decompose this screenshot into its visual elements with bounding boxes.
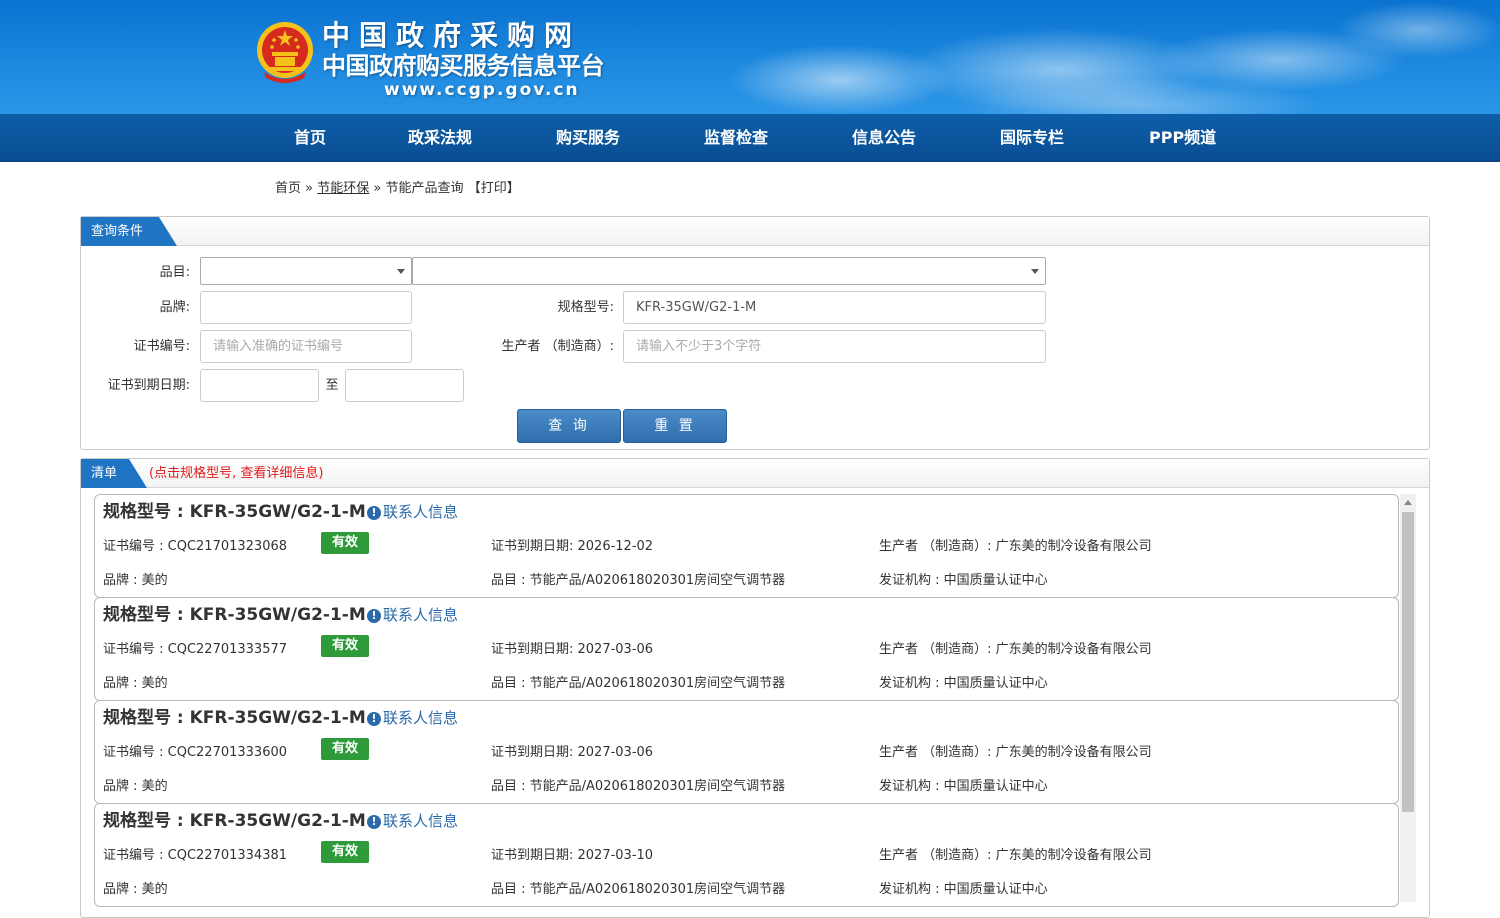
- reset-button[interactable]: 重 置: [623, 409, 727, 443]
- info-icon: !: [367, 712, 381, 726]
- list-item: 规格型号 : KFR-35GW/G2-1-M ! 联系人信息 证书编号 : CQC…: [94, 803, 1399, 907]
- issuer: 发证机构 : 中国质量认证中心: [879, 573, 1048, 588]
- status-badge: 有效: [321, 635, 369, 657]
- contact-info-link[interactable]: ! 联系人信息: [367, 811, 458, 831]
- cert-no-input[interactable]: 请输入准确的证书编号: [200, 330, 412, 363]
- breadcrumb-section[interactable]: 节能环保: [317, 181, 369, 196]
- manufacturer: 生产者 （制造商）: 广东美的制冷设备有限公司: [879, 745, 1152, 760]
- category-select-level1[interactable]: [200, 257, 412, 285]
- cert-number: 证书编号 : CQC22701334381: [103, 848, 288, 863]
- nav-item-international[interactable]: 国际专栏: [1000, 114, 1064, 162]
- info-icon: !: [367, 815, 381, 829]
- model-title-link[interactable]: 规格型号 : KFR-35GW/G2-1-M: [103, 604, 366, 626]
- nav-item-regulations[interactable]: 政采法规: [408, 114, 472, 162]
- issuer: 发证机构 : 中国质量认证中心: [879, 882, 1048, 897]
- brand: 品牌 : 美的: [103, 676, 168, 691]
- site-banner: 中国政府采购网 中国政府购买服务信息平台 www.ccgp.gov.cn: [0, 0, 1500, 114]
- expiry-date: 证书到期日期: 2026-12-02: [491, 539, 654, 554]
- info-icon: !: [367, 506, 381, 520]
- brand: 品牌 : 美的: [103, 779, 168, 794]
- list-panel-header: 清单 (点击规格型号, 查看详细信息): [81, 459, 1429, 488]
- print-link[interactable]: 【打印】: [468, 181, 520, 196]
- nav-item-announcements[interactable]: 信息公告: [852, 114, 916, 162]
- expiry-end-input[interactable]: [345, 369, 464, 402]
- query-panel-header: 查询条件: [81, 217, 1429, 246]
- list-item: 规格型号 : KFR-35GW/G2-1-M ! 联系人信息 证书编号 : CQC…: [94, 597, 1399, 701]
- expiry-date: 证书到期日期: 2027-03-06: [491, 745, 654, 760]
- banner-clouds: [640, 0, 1500, 114]
- cert-number: 证书编号 : CQC22701333600: [103, 745, 288, 760]
- list-item: 规格型号 : KFR-35GW/G2-1-M ! 联系人信息 证书编号 : CQC…: [94, 494, 1399, 598]
- site-title[interactable]: 中国政府采购网: [322, 20, 581, 52]
- nav-item-ppp[interactable]: PPP频道: [1149, 114, 1216, 162]
- cert-number: 证书编号 : CQC21701323068: [103, 539, 288, 554]
- model-label: 规格型号:: [557, 300, 614, 315]
- breadcrumb-separator: »: [305, 181, 314, 196]
- model-title-link[interactable]: 规格型号 : KFR-35GW/G2-1-M: [103, 810, 366, 832]
- expiry-label: 证书到期日期:: [107, 378, 190, 393]
- list-item: 规格型号 : KFR-35GW/G2-1-M ! 联系人信息 证书编号 : CQC…: [94, 700, 1399, 804]
- maker-input[interactable]: 请输入不少于3个字符: [623, 330, 1046, 363]
- expiry-date: 证书到期日期: 2027-03-10: [491, 848, 654, 863]
- site-url: www.ccgp.gov.cn: [384, 80, 580, 100]
- search-button[interactable]: 查 询: [517, 409, 621, 443]
- category-select-level2[interactable]: [412, 257, 1046, 285]
- scroll-up-arrow-icon[interactable]: [1404, 500, 1412, 505]
- category: 品目 : 节能产品/A020618020301房间空气调节器: [491, 779, 786, 794]
- national-emblem-icon[interactable]: [254, 20, 316, 86]
- expiry-start-input[interactable]: [200, 369, 319, 402]
- model-title-link[interactable]: 规格型号 : KFR-35GW/G2-1-M: [103, 501, 366, 523]
- issuer: 发证机构 : 中国质量认证中心: [879, 676, 1048, 691]
- list-hint: (点击规格型号, 查看详细信息): [149, 466, 324, 481]
- expiry-date: 证书到期日期: 2027-03-06: [491, 642, 654, 657]
- model-title-link[interactable]: 规格型号 : KFR-35GW/G2-1-M: [103, 707, 366, 729]
- contact-info-link[interactable]: ! 联系人信息: [367, 605, 458, 625]
- manufacturer: 生产者 （制造商）: 广东美的制冷设备有限公司: [879, 848, 1152, 863]
- breadcrumb-separator: »: [373, 181, 382, 196]
- chevron-down-icon: [397, 269, 405, 274]
- site-subtitle: 中国政府购买服务信息平台: [322, 52, 605, 80]
- model-input[interactable]: KFR-35GW/G2-1-M: [623, 291, 1046, 324]
- category: 品目 : 节能产品/A020618020301房间空气调节器: [491, 882, 786, 897]
- contact-info-label: 联系人信息: [383, 503, 459, 521]
- tab-query-conditions: 查询条件: [81, 217, 177, 246]
- manufacturer: 生产者 （制造商）: 广东美的制冷设备有限公司: [879, 539, 1152, 554]
- contact-info-link[interactable]: ! 联系人信息: [367, 502, 458, 522]
- manufacturer: 生产者 （制造商）: 广东美的制冷设备有限公司: [879, 642, 1152, 657]
- contact-info-label: 联系人信息: [383, 709, 459, 727]
- status-badge: 有效: [321, 841, 369, 863]
- chevron-down-icon: [1031, 269, 1039, 274]
- expiry-to-label: 至: [325, 378, 339, 393]
- contact-info-link[interactable]: ! 联系人信息: [367, 708, 458, 728]
- cert-no-label: 证书编号:: [133, 339, 190, 354]
- breadcrumb-current: 节能产品查询: [385, 181, 464, 196]
- nav-item-supervision[interactable]: 监督检查: [704, 114, 768, 162]
- main-nav: 首页 政采法规 购买服务 监督检查 信息公告 国际专栏 PPP频道: [0, 114, 1500, 162]
- category-label: 品目:: [159, 265, 190, 280]
- contact-info-label: 联系人信息: [383, 606, 459, 624]
- info-icon: !: [367, 609, 381, 623]
- tab-list: 清单: [81, 459, 147, 488]
- breadcrumb-home[interactable]: 首页: [275, 181, 301, 196]
- brand: 品牌 : 美的: [103, 882, 168, 897]
- maker-label: 生产者 （制造商）:: [501, 339, 614, 354]
- nav-item-purchase-services[interactable]: 购买服务: [556, 114, 620, 162]
- nav-item-home[interactable]: 首页: [294, 114, 326, 162]
- scrollbar-thumb[interactable]: [1402, 512, 1414, 812]
- category: 品目 : 节能产品/A020618020301房间空气调节器: [491, 573, 786, 588]
- contact-info-label: 联系人信息: [383, 812, 459, 830]
- category: 品目 : 节能产品/A020618020301房间空气调节器: [491, 676, 786, 691]
- status-badge: 有效: [321, 738, 369, 760]
- brand: 品牌 : 美的: [103, 573, 168, 588]
- cert-number: 证书编号 : CQC22701333577: [103, 642, 288, 657]
- brand-input[interactable]: [200, 291, 412, 324]
- brand-label: 品牌:: [159, 300, 190, 315]
- status-badge: 有效: [321, 532, 369, 554]
- breadcrumb: 首页 » 节能环保 » 节能产品查询 【打印】: [275, 180, 520, 198]
- issuer: 发证机构 : 中国质量认证中心: [879, 779, 1048, 794]
